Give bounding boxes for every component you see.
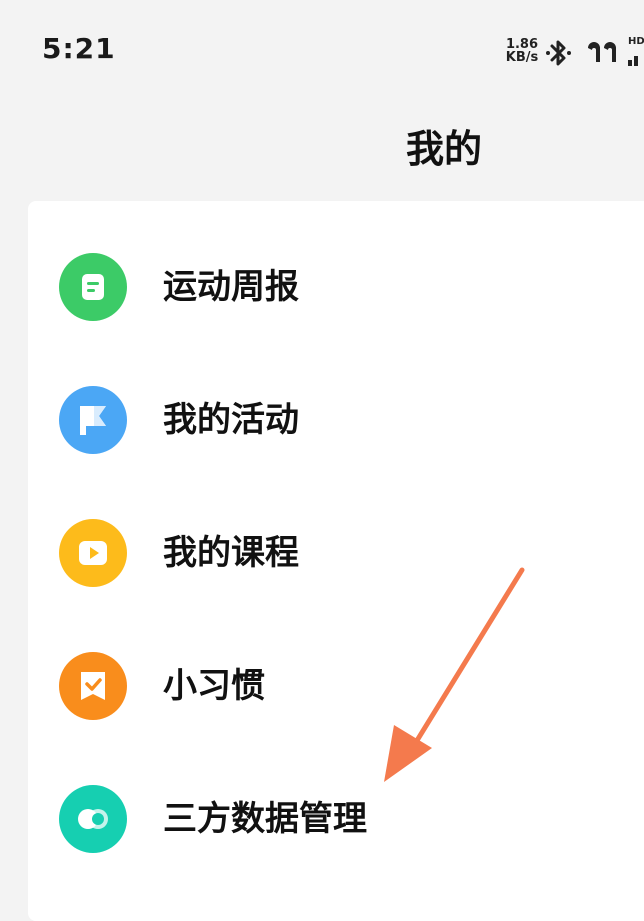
- menu-item-weekly-report[interactable]: 运动周报: [28, 233, 644, 343]
- play-icon: [59, 519, 127, 587]
- menu-item-label: 三方数据管理: [163, 799, 367, 839]
- network-type-label: HD: [628, 36, 644, 47]
- signal-icon: HD: [626, 36, 644, 68]
- page-title: 我的: [405, 127, 482, 171]
- status-time: 5:21: [42, 32, 116, 65]
- bluetooth-icon: [546, 40, 571, 66]
- menu-item-label: 我的活动: [163, 400, 299, 440]
- habit-check-icon: [59, 652, 127, 720]
- menu-item-label: 运动周报: [163, 267, 299, 307]
- network-speed-unit: KB/s: [505, 50, 539, 65]
- menu-item-label: 小习惯: [163, 666, 265, 706]
- status-bar: 5:21 1.86 KB/s HD: [0, 0, 644, 100]
- weekly-report-icon: [59, 253, 127, 321]
- menu-item-habits[interactable]: 小习惯: [28, 632, 644, 742]
- menu-item-third-party-data[interactable]: 三方数据管理: [28, 765, 644, 875]
- menu-item-label: 我的课程: [163, 533, 299, 573]
- menu-card: 运动周报 我的活动 我的课程 小习惯 三方数据管理: [28, 201, 644, 921]
- third-party-data-icon: [59, 785, 127, 853]
- menu-item-my-activities[interactable]: 我的活动: [28, 366, 644, 476]
- network-speed: 1.86 KB/s: [502, 38, 542, 64]
- earbuds-icon: [588, 42, 616, 62]
- menu-item-my-courses[interactable]: 我的课程: [28, 499, 644, 609]
- flag-icon: [59, 386, 127, 454]
